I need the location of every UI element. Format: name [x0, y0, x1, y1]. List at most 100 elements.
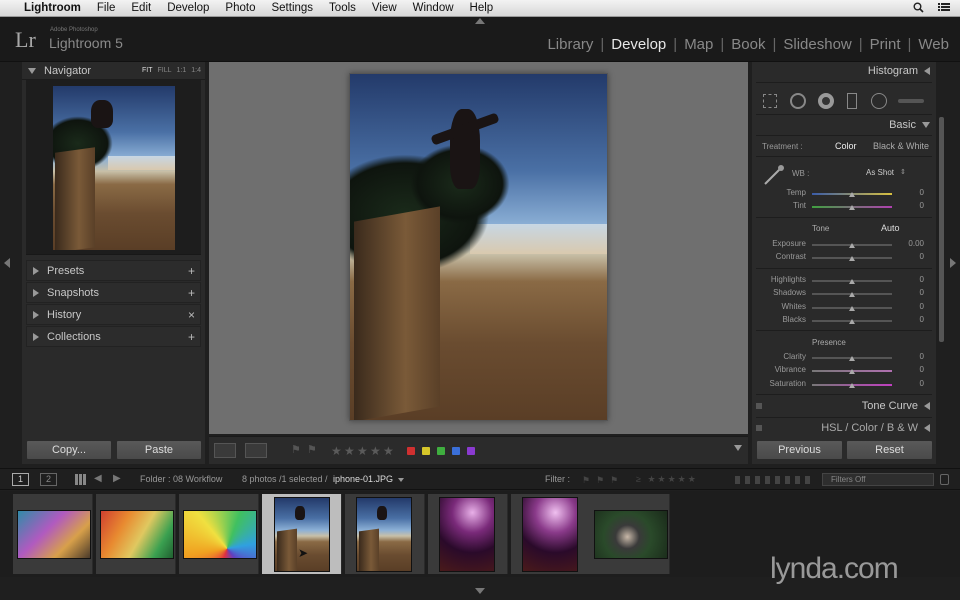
- module-develop[interactable]: Develop: [610, 36, 667, 53]
- menu-tools[interactable]: Tools: [321, 2, 364, 14]
- filter-rating-icons[interactable]: ≥ ★★★★★: [636, 474, 716, 484]
- selected-filename[interactable]: iphone-01.JPG: [333, 474, 393, 484]
- secondary-display-2-button[interactable]: 2: [40, 473, 57, 486]
- snapshots-header[interactable]: Snapshots +: [26, 282, 201, 303]
- menu-settings[interactable]: Settings: [263, 2, 321, 14]
- zoom-1-4[interactable]: 1:4: [191, 67, 201, 74]
- filter-lock-icon[interactable]: [940, 474, 949, 485]
- saturation-value[interactable]: 0: [904, 379, 924, 388]
- tint-slider-thumb[interactable]: [849, 205, 855, 210]
- clear-history-icon[interactable]: ×: [188, 308, 195, 322]
- adjustment-brush-icon[interactable]: [898, 99, 924, 103]
- shadows-slider-thumb[interactable]: [849, 292, 855, 297]
- temp-value[interactable]: 0: [904, 188, 924, 197]
- rating-star-icon[interactable]: ★: [370, 444, 381, 458]
- spot-removal-icon[interactable]: [790, 93, 806, 109]
- copy-button[interactable]: Copy...: [26, 440, 112, 460]
- rating-star-icon[interactable]: ★: [357, 444, 368, 458]
- highlights-value[interactable]: 0: [904, 275, 924, 284]
- rating-star-icon[interactable]: ★: [331, 444, 342, 458]
- white-balance-selector-icon[interactable]: [762, 163, 786, 190]
- label-yellow[interactable]: [422, 447, 430, 455]
- vibrance-slider-thumb[interactable]: [849, 369, 855, 374]
- filmstrip-cell[interactable]: [13, 494, 93, 574]
- right-panel-scrollbar[interactable]: [939, 117, 944, 342]
- secondary-display-1-button[interactable]: 1: [12, 473, 29, 486]
- whites-slider-thumb[interactable]: [849, 306, 855, 311]
- zoom-fit[interactable]: FIT: [142, 67, 153, 74]
- filmstrip-cell[interactable]: [590, 494, 670, 574]
- contrast-slider-thumb[interactable]: [849, 256, 855, 261]
- left-panel-toggle-icon[interactable]: [4, 258, 10, 268]
- basic-header[interactable]: Basic: [889, 119, 930, 131]
- menu-develop[interactable]: Develop: [159, 2, 217, 14]
- folder-source[interactable]: Folder : 08 Workflow: [140, 474, 222, 484]
- hsl-header[interactable]: HSL / Color / B & W: [821, 422, 930, 434]
- module-map[interactable]: Map: [683, 36, 714, 53]
- menu-window[interactable]: Window: [405, 2, 462, 14]
- menu-edit[interactable]: Edit: [123, 2, 159, 14]
- panel-toggle-switch-icon[interactable]: [756, 425, 762, 431]
- collapse-filmstrip-arrow-icon[interactable]: [475, 588, 485, 594]
- add-snapshot-icon[interactable]: +: [188, 286, 195, 300]
- loupe-view[interactable]: [209, 62, 748, 434]
- vibrance-value[interactable]: 0: [904, 365, 924, 374]
- panel-toggle-switch-icon[interactable]: [756, 403, 762, 409]
- exposure-value[interactable]: 0.00: [904, 239, 924, 248]
- blacks-slider-thumb[interactable]: [849, 319, 855, 324]
- paste-button[interactable]: Paste: [116, 440, 202, 460]
- rating-star-icon[interactable]: ★: [344, 444, 355, 458]
- filmstrip-cell-selected[interactable]: ➤: [262, 494, 342, 574]
- filter-flag-icons[interactable]: ⚑⚑⚑: [582, 475, 630, 485]
- tone-curve-header[interactable]: Tone Curve: [862, 400, 930, 412]
- shadows-value[interactable]: 0: [904, 288, 924, 297]
- filmstrip-cell[interactable]: [96, 494, 176, 574]
- exposure-slider-thumb[interactable]: [849, 243, 855, 248]
- filmstrip-cell[interactable]: [179, 494, 259, 574]
- filmstrip-cell[interactable]: [345, 494, 425, 574]
- label-blue[interactable]: [452, 447, 460, 455]
- radial-filter-icon[interactable]: [871, 93, 887, 109]
- flag-icon[interactable]: ⚑: [291, 443, 301, 456]
- back-arrow-icon[interactable]: ◀: [94, 473, 102, 484]
- collections-header[interactable]: Collections +: [26, 326, 201, 347]
- menu-help[interactable]: Help: [462, 2, 502, 14]
- previous-button[interactable]: Previous: [756, 440, 843, 460]
- menu-view[interactable]: View: [364, 2, 405, 14]
- main-photo[interactable]: [349, 73, 608, 421]
- highlights-slider-thumb[interactable]: [849, 279, 855, 284]
- red-eye-icon[interactable]: [818, 93, 834, 109]
- rating-star-icon[interactable]: ★: [383, 444, 394, 458]
- label-red[interactable]: [407, 447, 415, 455]
- toolbar-menu-icon[interactable]: [734, 445, 742, 451]
- clarity-slider-thumb[interactable]: [849, 356, 855, 361]
- filename-dropdown-icon[interactable]: [398, 478, 404, 482]
- module-book[interactable]: Book: [730, 36, 766, 53]
- presets-header[interactable]: Presets +: [26, 260, 201, 281]
- zoom-fill[interactable]: FILL: [158, 67, 172, 74]
- history-header[interactable]: History ×: [26, 304, 201, 325]
- notification-list-icon[interactable]: [938, 2, 950, 15]
- wb-dropdown-arrow-icon[interactable]: ⇕: [900, 168, 906, 176]
- filmstrip-cell[interactable]: [511, 494, 591, 574]
- reset-button[interactable]: Reset: [846, 440, 933, 460]
- filter-preset-dropdown[interactable]: Filters Off: [822, 473, 934, 486]
- forward-arrow-icon[interactable]: ▶: [113, 473, 121, 484]
- treatment-bw-option[interactable]: Black & White: [873, 141, 929, 151]
- crop-overlay-icon[interactable]: [763, 94, 777, 108]
- filmstrip-cell[interactable]: [428, 494, 508, 574]
- blacks-value[interactable]: 0: [904, 315, 924, 324]
- contrast-value[interactable]: 0: [904, 252, 924, 261]
- menu-file[interactable]: File: [89, 2, 124, 14]
- histogram-header[interactable]: Histogram: [868, 65, 930, 77]
- right-panel-toggle-icon[interactable]: [950, 258, 956, 268]
- label-green[interactable]: [437, 447, 445, 455]
- saturation-slider-thumb[interactable]: [849, 383, 855, 388]
- module-slideshow[interactable]: Slideshow: [782, 36, 852, 53]
- graduated-filter-icon[interactable]: [847, 93, 857, 109]
- auto-tone-button[interactable]: Auto: [881, 223, 900, 233]
- label-purple[interactable]: [467, 447, 475, 455]
- add-collection-icon[interactable]: +: [188, 330, 195, 344]
- grid-view-icon[interactable]: [75, 474, 86, 485]
- whites-value[interactable]: 0: [904, 302, 924, 311]
